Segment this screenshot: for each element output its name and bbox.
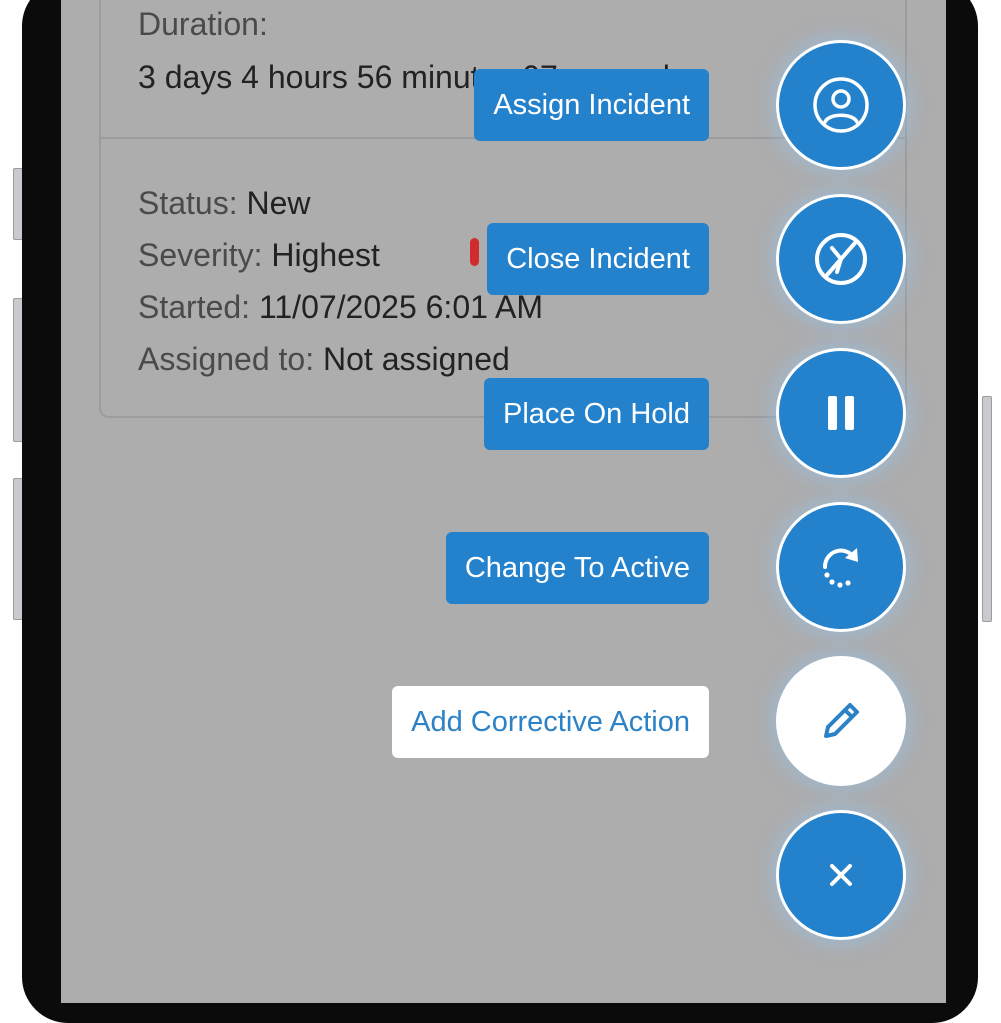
started-row: Started: 11/07/2025 6:01 AM [138, 289, 543, 326]
close-menu-button[interactable] [776, 810, 906, 940]
pencil-icon [824, 703, 859, 738]
close-incident-icon [815, 233, 867, 285]
pause-icon [828, 396, 854, 430]
close-incident-button[interactable] [776, 194, 906, 324]
close-icon [830, 864, 852, 886]
add-corrective-action-button[interactable] [776, 656, 906, 786]
change-to-active-button[interactable] [776, 502, 906, 632]
assigned-value: Not assigned [323, 341, 510, 377]
status-row: Status: New [138, 185, 311, 222]
user-circle-icon [813, 77, 869, 133]
duration-label: Duration: [138, 6, 268, 42]
place-on-hold-button[interactable] [776, 348, 906, 478]
status-value: New [246, 185, 311, 221]
place-on-hold-label[interactable]: Place On Hold [484, 378, 709, 450]
assigned-row: Assigned to: Not assigned [138, 341, 510, 378]
started-label: Started: [138, 289, 251, 325]
close-incident-label[interactable]: Close Incident [487, 223, 709, 295]
severity-value: Highest [271, 237, 380, 273]
severity-row: Severity: Highest [138, 237, 380, 274]
app-screen: Duration: 3 days 4 hours 56 minutes 07 s… [61, 0, 946, 1003]
assigned-label: Assigned to: [138, 341, 315, 377]
change-to-active-label[interactable]: Change To Active [445, 532, 709, 604]
severity-bar [470, 238, 479, 266]
redo-icon [822, 548, 858, 588]
status-label: Status: [138, 185, 238, 221]
add-corrective-action-label[interactable]: Add Corrective Action [392, 686, 709, 758]
severity-label: Severity: [138, 237, 263, 273]
assign-incident-label[interactable]: Assign Incident [474, 69, 709, 141]
assign-incident-button[interactable] [776, 40, 906, 170]
phone-side-button-right [982, 396, 992, 622]
